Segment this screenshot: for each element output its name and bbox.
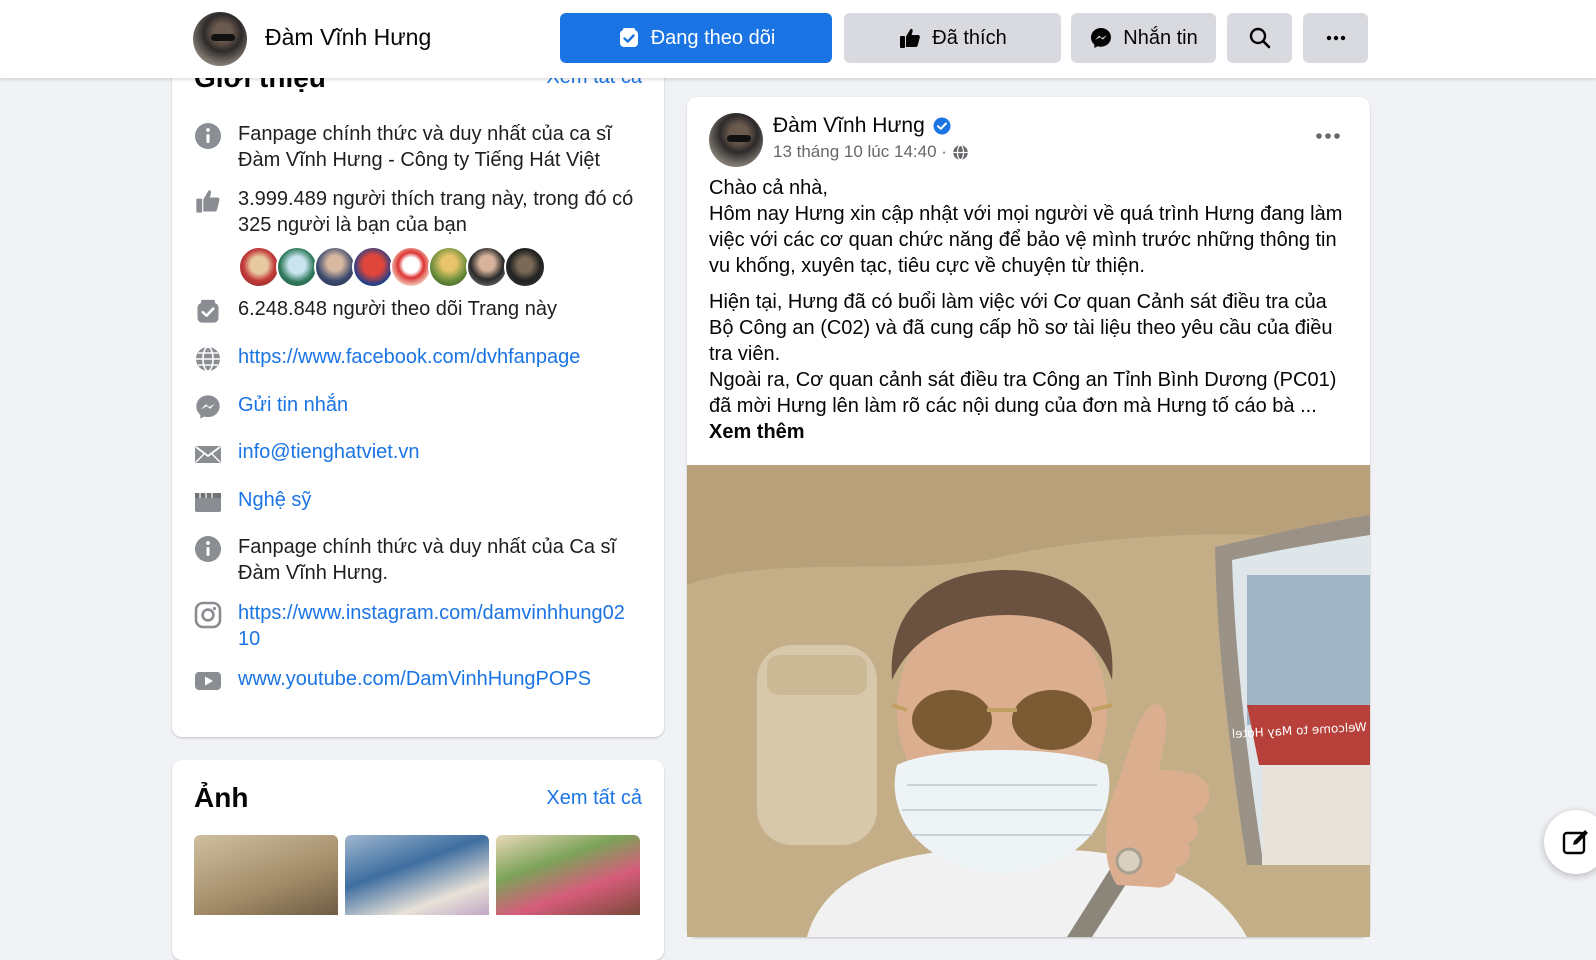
globe-icon <box>196 346 220 372</box>
message-button[interactable]: Nhắn tin <box>1071 13 1216 63</box>
ellipsis-icon <box>1316 133 1340 139</box>
intro-instagram-row: https://www.instagram.com/damvinhhung021… <box>194 600 642 652</box>
category-tag-icon <box>195 493 221 512</box>
post-paragraph: Hiện tại, Hưng đã có buổi làm việc với C… <box>709 291 1337 417</box>
friend-avatar[interactable] <box>390 246 432 288</box>
post-body: Chào cả nhà, Hôm nay Hưng xin cập nhật v… <box>709 175 1349 445</box>
post-card: Đàm Vĩnh Hưng 13 tháng 10 lúc 14:40 · Ch… <box>687 97 1370 937</box>
compose-icon <box>1562 830 1588 855</box>
intro-email-row: info@tienghatviet.vn <box>194 439 642 468</box>
intro-website-link[interactable]: https://www.facebook.com/dvhfanpage <box>238 344 580 370</box>
friend-avatar[interactable] <box>276 246 318 288</box>
youtube-icon <box>195 672 221 690</box>
post-paragraph: Chào cả nhà, Hôm nay Hưng xin cập nhật v… <box>709 177 1343 277</box>
messenger-icon <box>1091 28 1112 48</box>
intro-about: Fanpage chính thức và duy nhất của Ca sĩ… <box>238 536 617 584</box>
thumbs-up-icon <box>900 28 921 48</box>
intro-followers: 6.248.848 người theo dõi Trang này <box>238 298 557 320</box>
see-more-link[interactable]: Xem thêm <box>709 419 1349 445</box>
intro-send-message-link[interactable]: Gửi tin nhắn <box>238 392 348 418</box>
post-photo-illustration: Welcome to May Hotel <box>687 465 1370 937</box>
intro-email-link[interactable]: info@tienghatviet.vn <box>238 439 420 465</box>
globe-public-icon <box>953 144 968 160</box>
info-icon <box>195 536 221 562</box>
friend-avatar[interactable] <box>238 246 280 288</box>
photo-thumbnail[interactable] <box>496 835 640 915</box>
thumbs-up-icon <box>196 190 220 213</box>
following-button[interactable]: Đang theo dõi <box>560 13 832 63</box>
post-author-name[interactable]: Đàm Vĩnh Hưng <box>773 114 925 138</box>
intro-website-row: https://www.facebook.com/dvhfanpage <box>194 344 642 373</box>
page-avatar[interactable] <box>193 12 247 66</box>
liked-label: Đã thích <box>932 26 1007 49</box>
instagram-icon <box>194 601 222 629</box>
follow-check-icon <box>619 28 638 47</box>
friend-avatar[interactable] <box>428 246 470 288</box>
post-options-button[interactable] <box>1310 123 1346 149</box>
envelope-icon <box>195 446 221 463</box>
post-photo[interactable]: Welcome to May Hotel <box>687 465 1370 937</box>
intro-send-message-row: Gửi tin nhắn <box>194 392 642 421</box>
intro-followers-row: 6.248.848 người theo dõi Trang này <box>194 296 642 325</box>
messenger-icon <box>196 395 220 419</box>
intro-likes: 3.999.489 người thích trang này, trong đ… <box>238 188 634 236</box>
ellipsis-icon <box>1326 35 1345 41</box>
intro-description: Fanpage chính thức và duy nhất của ca sĩ… <box>238 123 612 171</box>
friends-avatar-list <box>238 246 546 288</box>
photo-thumbnail[interactable] <box>194 835 338 915</box>
photos-title: Ảnh <box>194 782 249 813</box>
post-timestamp[interactable]: 13 tháng 10 lúc 14:40 · <box>773 142 947 162</box>
more-options-button[interactable] <box>1303 13 1368 63</box>
friend-avatar[interactable] <box>314 246 356 288</box>
intro-category-link[interactable]: Nghệ sỹ <box>238 487 311 513</box>
intro-description-row: Fanpage chính thức và duy nhất của ca sĩ… <box>194 121 642 173</box>
post-author-row: Đàm Vĩnh Hưng <box>773 114 951 138</box>
search-icon <box>1249 27 1270 49</box>
intro-about-row: Fanpage chính thức và duy nhất của Ca sĩ… <box>194 534 642 586</box>
liked-button[interactable]: Đã thích <box>844 13 1061 63</box>
intro-youtube-row: www.youtube.com/DamVinhHungPOPS <box>194 666 642 695</box>
friend-avatar[interactable] <box>466 246 508 288</box>
verified-badge-icon <box>933 117 951 135</box>
post-author-avatar[interactable] <box>709 113 763 167</box>
search-button[interactable] <box>1227 13 1292 63</box>
page-name[interactable]: Đàm Vĩnh Hưng <box>265 24 431 51</box>
intro-youtube-link[interactable]: www.youtube.com/DamVinhHungPOPS <box>238 666 591 692</box>
post-meta: 13 tháng 10 lúc 14:40 · <box>773 142 969 162</box>
friend-avatar[interactable] <box>504 246 546 288</box>
intro-instagram-link[interactable]: https://www.instagram.com/damvinhhung021… <box>238 600 628 652</box>
followers-check-icon <box>197 299 219 323</box>
friend-avatar[interactable] <box>352 246 394 288</box>
photos-card: Ảnh Xem tất cả <box>172 760 664 960</box>
info-icon <box>195 123 221 149</box>
intro-likes-row: 3.999.489 người thích trang này, trong đ… <box>194 186 642 238</box>
new-message-button[interactable] <box>1544 810 1596 874</box>
following-label: Đang theo dõi <box>650 26 776 49</box>
photos-see-all-link[interactable]: Xem tất cả <box>546 787 642 810</box>
intro-category-row: Nghệ sỹ <box>194 487 642 516</box>
page-header-bar: Đàm Vĩnh Hưng Đang theo dõi Đã thích Nhắ… <box>0 0 1596 78</box>
intro-card: Giới thiệu Xem tất cả Fanpage chính thức… <box>172 40 664 737</box>
photo-thumbnail[interactable] <box>345 835 489 915</box>
message-label: Nhắn tin <box>1123 26 1198 49</box>
